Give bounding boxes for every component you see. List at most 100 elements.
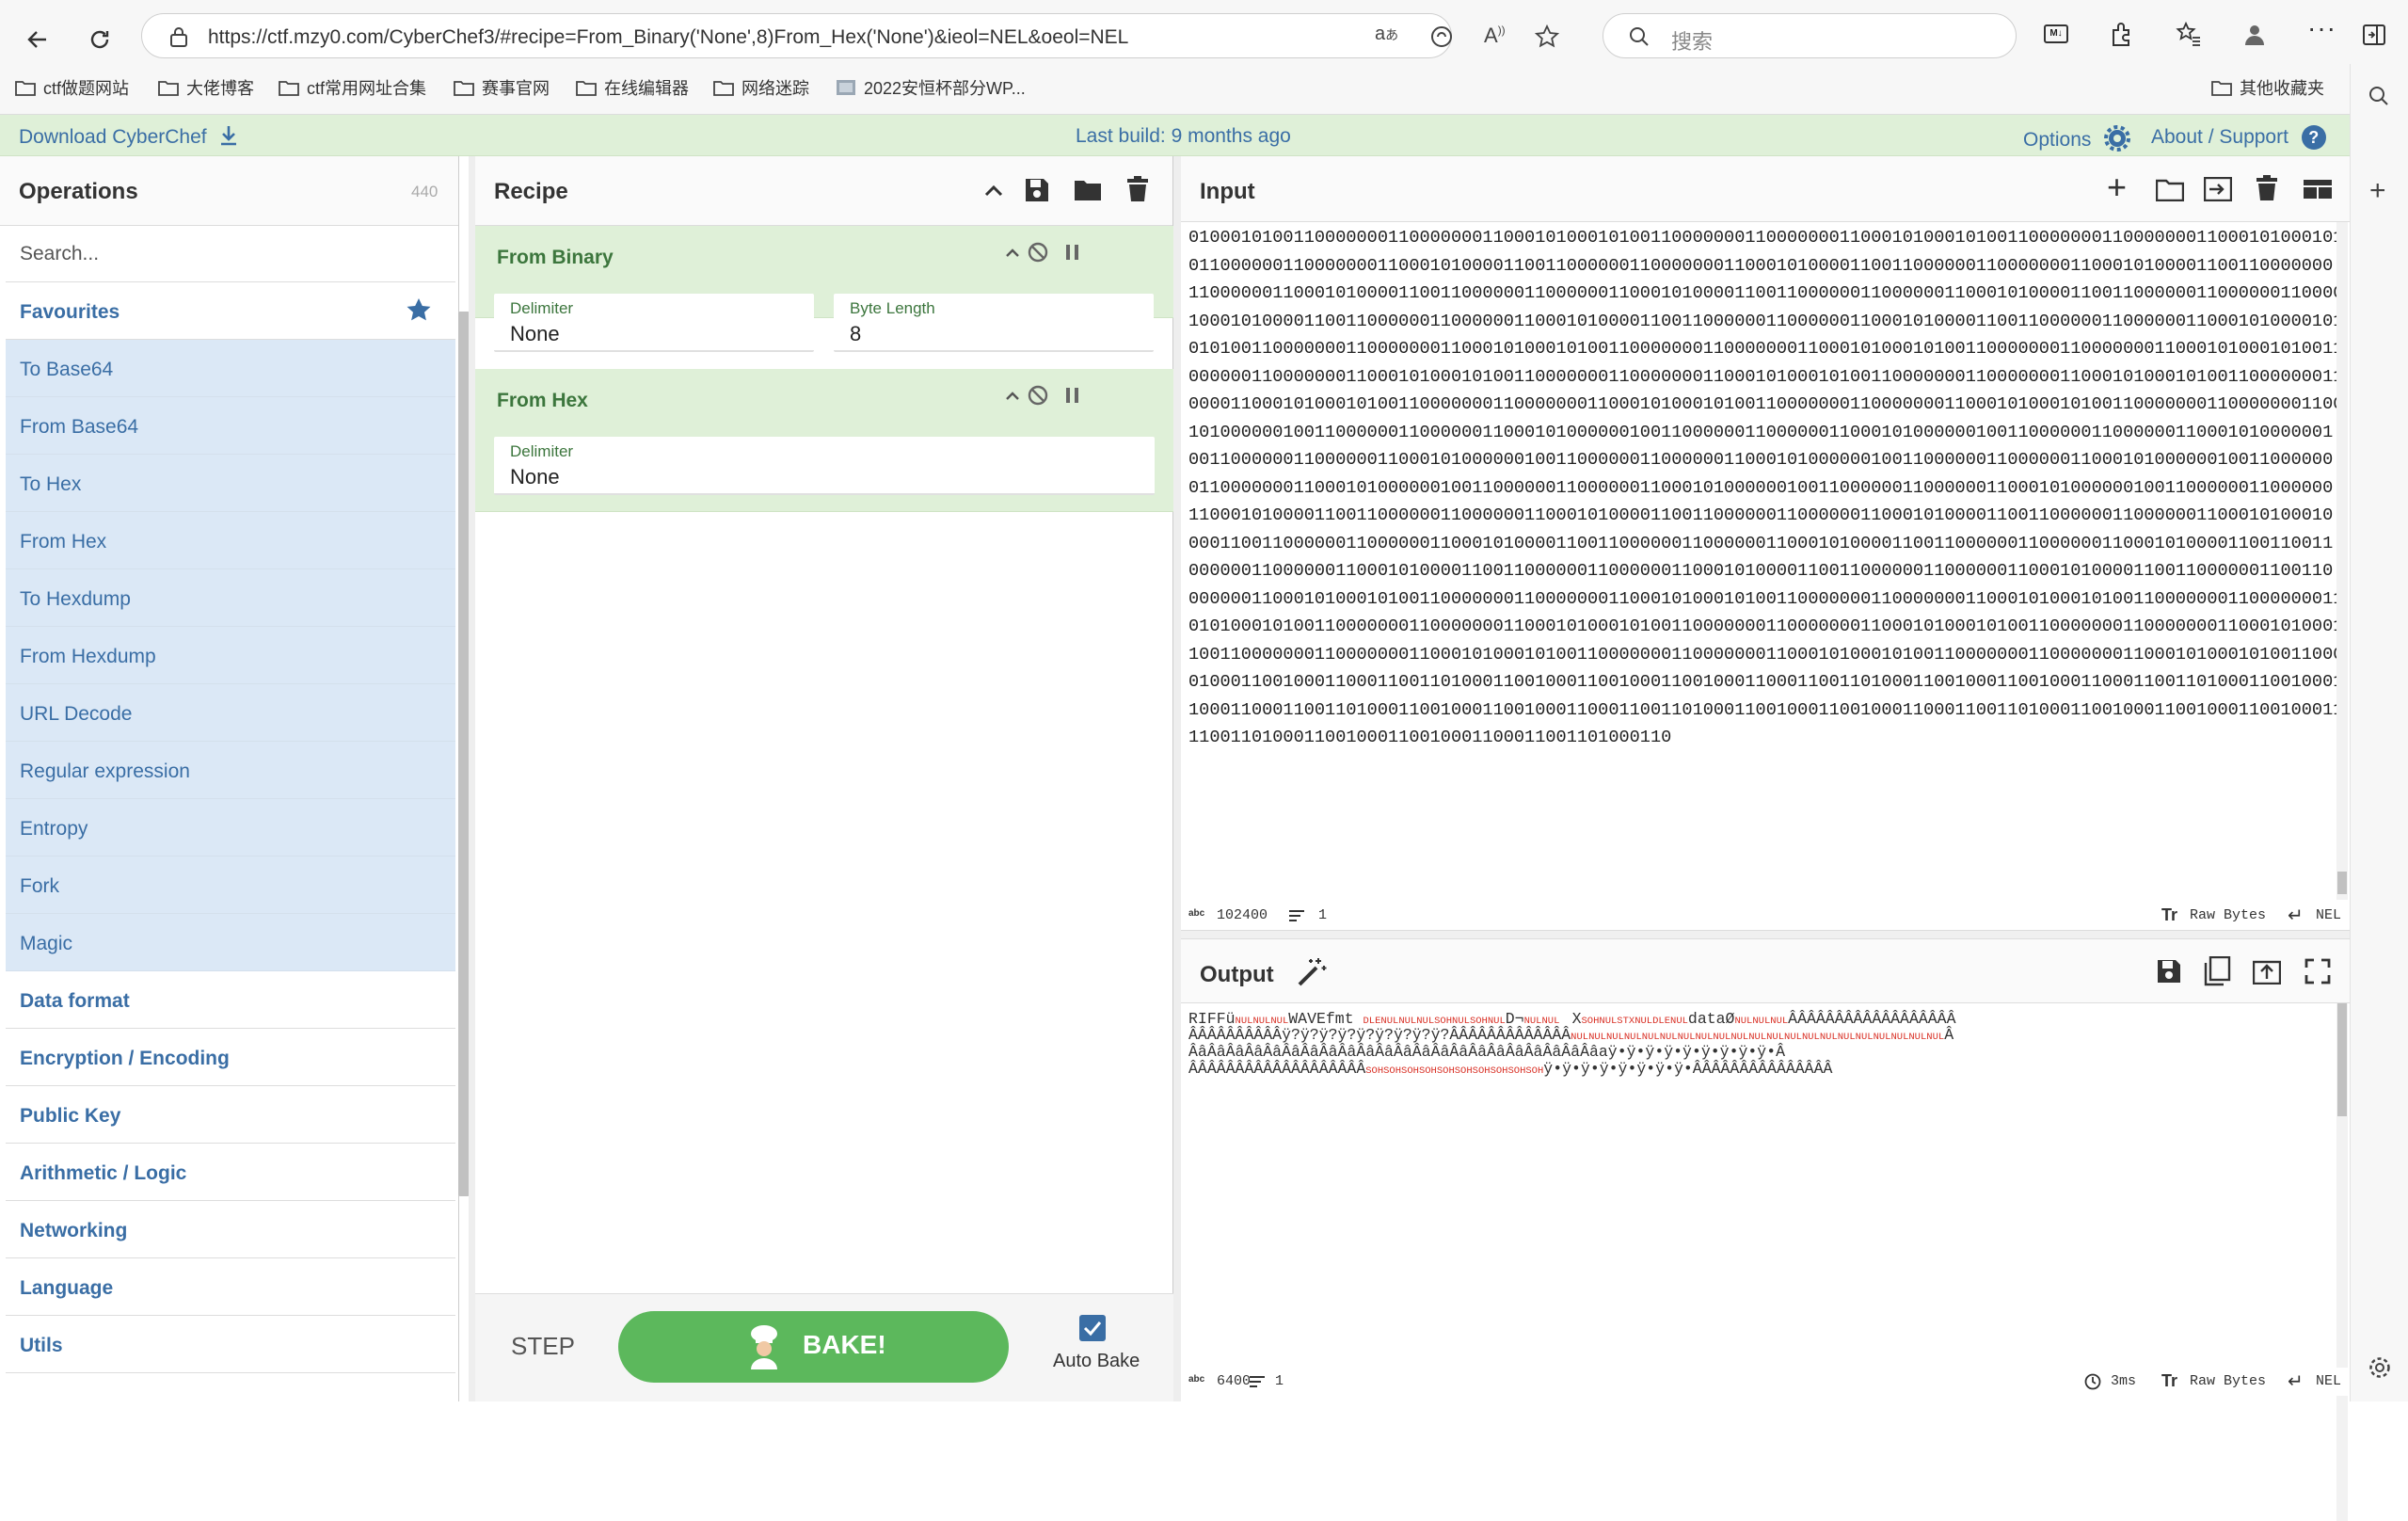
extension-m-icon[interactable]: M↓: [2044, 24, 2068, 43]
more-menu-icon[interactable]: ···: [2307, 13, 2336, 43]
open-folder-icon[interactable]: [2156, 179, 2184, 201]
step-button[interactable]: STEP: [511, 1332, 575, 1361]
clear-input-trash-icon[interactable]: [2256, 175, 2278, 201]
from-binary-byte-length-field[interactable]: Byte Length 8: [834, 294, 1154, 352]
about-support-link[interactable]: About / Support ?: [2151, 125, 2326, 150]
category-networking[interactable]: Networking: [6, 1201, 455, 1258]
sidebar-toggle-icon[interactable]: [2363, 24, 2385, 45]
extensions-icon[interactable]: [2108, 21, 2134, 47]
bookmark-blogs[interactable]: 大佬博客: [158, 75, 254, 100]
output-eol[interactable]: NEL: [2316, 1373, 2341, 1389]
chevron-up-icon[interactable]: [1004, 388, 1021, 405]
input-scrollbar-thumb[interactable]: [2337, 872, 2347, 894]
category-public-key[interactable]: Public Key: [6, 1086, 455, 1144]
bookmark-ctf-urls[interactable]: ctf常用网址合集: [279, 75, 426, 100]
output-header: Output: [1181, 939, 2350, 1003]
refresh-circle-icon[interactable]: [1429, 24, 1454, 49]
from-hex-delimiter-field[interactable]: Delimiter None: [494, 437, 1155, 495]
text-encoding-icon[interactable]: Tr: [2161, 905, 2177, 925]
pause-icon[interactable]: [1064, 386, 1081, 405]
input-line: 0000110001010001010011000000011000000011…: [1188, 394, 2336, 414]
bookmark-events[interactable]: 赛事官网: [454, 75, 550, 100]
copy-output-icon[interactable]: [2203, 956, 2231, 986]
bake-button[interactable]: BAKE!: [618, 1311, 1009, 1383]
reload-button[interactable]: [81, 21, 119, 58]
op-entropy[interactable]: Entropy: [6, 799, 455, 857]
op-to-hexdump[interactable]: To Hexdump: [6, 569, 455, 627]
reset-layout-icon[interactable]: [2303, 179, 2333, 200]
back-button[interactable]: [19, 21, 56, 58]
op-from-hexdump[interactable]: From Hexdump: [6, 627, 455, 684]
chevron-up-icon[interactable]: [983, 181, 1004, 201]
translate-icon[interactable]: aあ: [1375, 24, 1398, 45]
save-output-icon[interactable]: [2156, 958, 2182, 985]
read-aloud-icon[interactable]: A)): [1484, 24, 1506, 48]
op-to-hex[interactable]: To Hex: [6, 455, 455, 512]
output-raw-bytes[interactable]: Raw Bytes: [2190, 1373, 2266, 1389]
folder-icon: [2211, 81, 2232, 96]
text-encoding-icon[interactable]: Tr: [2161, 1371, 2177, 1391]
browser-search-box[interactable]: 搜索: [1603, 13, 2017, 58]
download-cyberchef-link[interactable]: Download CyberChef: [19, 125, 238, 149]
pause-icon[interactable]: [1064, 243, 1081, 262]
op-fork[interactable]: Fork: [6, 857, 455, 914]
profile-icon[interactable]: [2241, 21, 2268, 47]
disable-icon[interactable]: [1027, 241, 1049, 264]
replace-input-icon[interactable]: [2253, 958, 2281, 985]
output-scrollbar-track[interactable]: [2336, 1003, 2348, 1521]
recipe-op-from-hex[interactable]: From Hex Delimiter None: [475, 369, 1173, 512]
bookmark-anheng-wp[interactable]: 2022安恒杯部分WP...: [836, 75, 1026, 100]
panel-gutter[interactable]: [1173, 156, 1181, 1401]
panel-gutter[interactable]: [469, 156, 475, 1401]
clear-recipe-trash-icon[interactable]: [1126, 176, 1149, 202]
url-text[interactable]: https://ctf.mzy0.com/CyberChef3/#recipe=…: [208, 26, 1337, 49]
magic-wand-icon[interactable]: [1296, 956, 1328, 988]
category-utils[interactable]: Utils: [6, 1316, 455, 1373]
op-from-base64[interactable]: From Base64: [6, 397, 455, 455]
disable-icon[interactable]: [1027, 384, 1049, 407]
page-thumbnail-icon: [837, 80, 855, 95]
favorite-star-icon[interactable]: [1535, 24, 1559, 49]
address-bar[interactable]: https://ctf.mzy0.com/CyberChef3/#recipe=…: [141, 13, 1559, 58]
length-icon: abc: [1188, 908, 1205, 919]
settings-gear-icon[interactable]: [2368, 1355, 2392, 1380]
category-encryption-encoding[interactable]: Encryption / Encoding: [6, 1029, 455, 1086]
input-scrollbar-track[interactable]: [2336, 222, 2348, 900]
add-input-tab-icon[interactable]: +: [2107, 168, 2127, 207]
input-line: 0000001100000001100010100010100110000000…: [1188, 366, 2336, 387]
bookmark-osint[interactable]: 网络迷踪: [713, 75, 809, 100]
recipe-title: Recipe: [494, 179, 568, 204]
input-line: 0000001100010100010100110000000110000000…: [1188, 588, 2336, 609]
category-data-format[interactable]: Data format: [6, 971, 455, 1029]
save-recipe-icon[interactable]: [1024, 177, 1050, 203]
chevron-up-icon[interactable]: [1004, 245, 1021, 262]
bookmark-ctf-sites[interactable]: ctf做题网站: [15, 75, 129, 100]
category-favourites[interactable]: Favourites: [6, 282, 455, 340]
add-icon[interactable]: +: [2369, 175, 2386, 207]
output-textarea[interactable]: RIFFüNULNULNULWAVEfmt DLENULNULNULSOHNUL…: [1181, 1003, 2336, 1521]
input-lines: 1: [1318, 907, 1328, 923]
bookmark-other[interactable]: 其他收藏夹: [2211, 75, 2324, 100]
op-regular-expression[interactable]: Regular expression: [6, 742, 455, 799]
op-from-hex[interactable]: From Hex: [6, 512, 455, 569]
output-scrollbar-thumb[interactable]: [2337, 1003, 2347, 1116]
input-textarea[interactable]: 0100010100110000000110000000110001010001…: [1181, 222, 2336, 900]
auto-bake-checkbox[interactable]: [1079, 1315, 1106, 1341]
bookmark-editors[interactable]: 在线编辑器: [576, 75, 689, 100]
op-to-base64[interactable]: To Base64: [6, 340, 455, 397]
category-arithmetic-logic[interactable]: Arithmetic / Logic: [6, 1144, 455, 1201]
open-file-icon[interactable]: [2204, 177, 2232, 201]
category-language[interactable]: Language: [6, 1258, 455, 1316]
op-url-decode[interactable]: URL Decode: [6, 684, 455, 742]
operations-search-input[interactable]: Search...: [6, 226, 455, 282]
input-raw-bytes[interactable]: Raw Bytes: [2190, 907, 2266, 923]
search-icon[interactable]: [2368, 85, 2390, 107]
load-recipe-folder-icon[interactable]: [1074, 179, 1102, 201]
from-binary-delimiter-field[interactable]: Delimiter None: [494, 294, 814, 352]
input-eol[interactable]: NEL: [2316, 907, 2341, 923]
options-link[interactable]: Options: [2023, 125, 2131, 152]
op-magic[interactable]: Magic: [6, 914, 455, 971]
favorites-list-icon[interactable]: [2176, 21, 2202, 47]
maximise-icon[interactable]: [2304, 958, 2331, 985]
io-divider[interactable]: [1181, 930, 2350, 939]
